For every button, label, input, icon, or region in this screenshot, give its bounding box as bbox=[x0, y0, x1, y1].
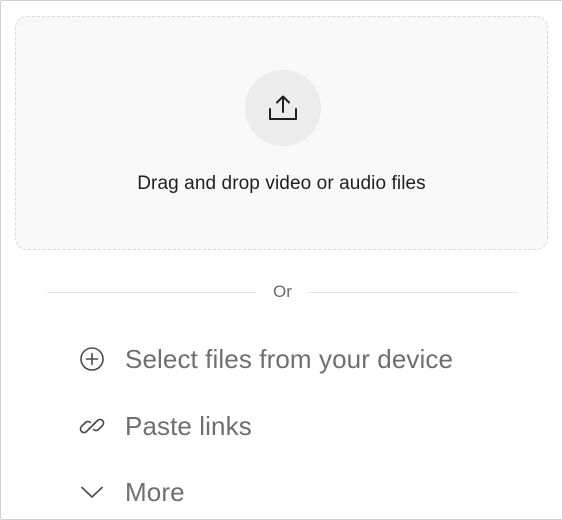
more-label: More bbox=[125, 476, 185, 507]
upload-icon bbox=[269, 95, 297, 120]
upload-panel: Drag and drop video or audio files Or Se… bbox=[0, 0, 563, 520]
drop-zone-label: Drag and drop video or audio files bbox=[137, 173, 426, 194]
plus-circle-icon bbox=[77, 344, 107, 374]
paste-links-label: Paste links bbox=[125, 410, 252, 441]
paste-links-option[interactable]: Paste links bbox=[77, 406, 252, 446]
more-option[interactable]: More bbox=[77, 472, 185, 512]
chevron-down-icon bbox=[77, 477, 107, 507]
drop-zone[interactable]: Drag and drop video or audio files bbox=[15, 16, 548, 250]
select-files-option[interactable]: Select files from your device bbox=[77, 339, 453, 379]
divider-right bbox=[309, 292, 518, 293]
select-files-label: Select files from your device bbox=[125, 343, 454, 374]
upload-button[interactable] bbox=[245, 70, 321, 146]
link-icon bbox=[77, 411, 107, 441]
